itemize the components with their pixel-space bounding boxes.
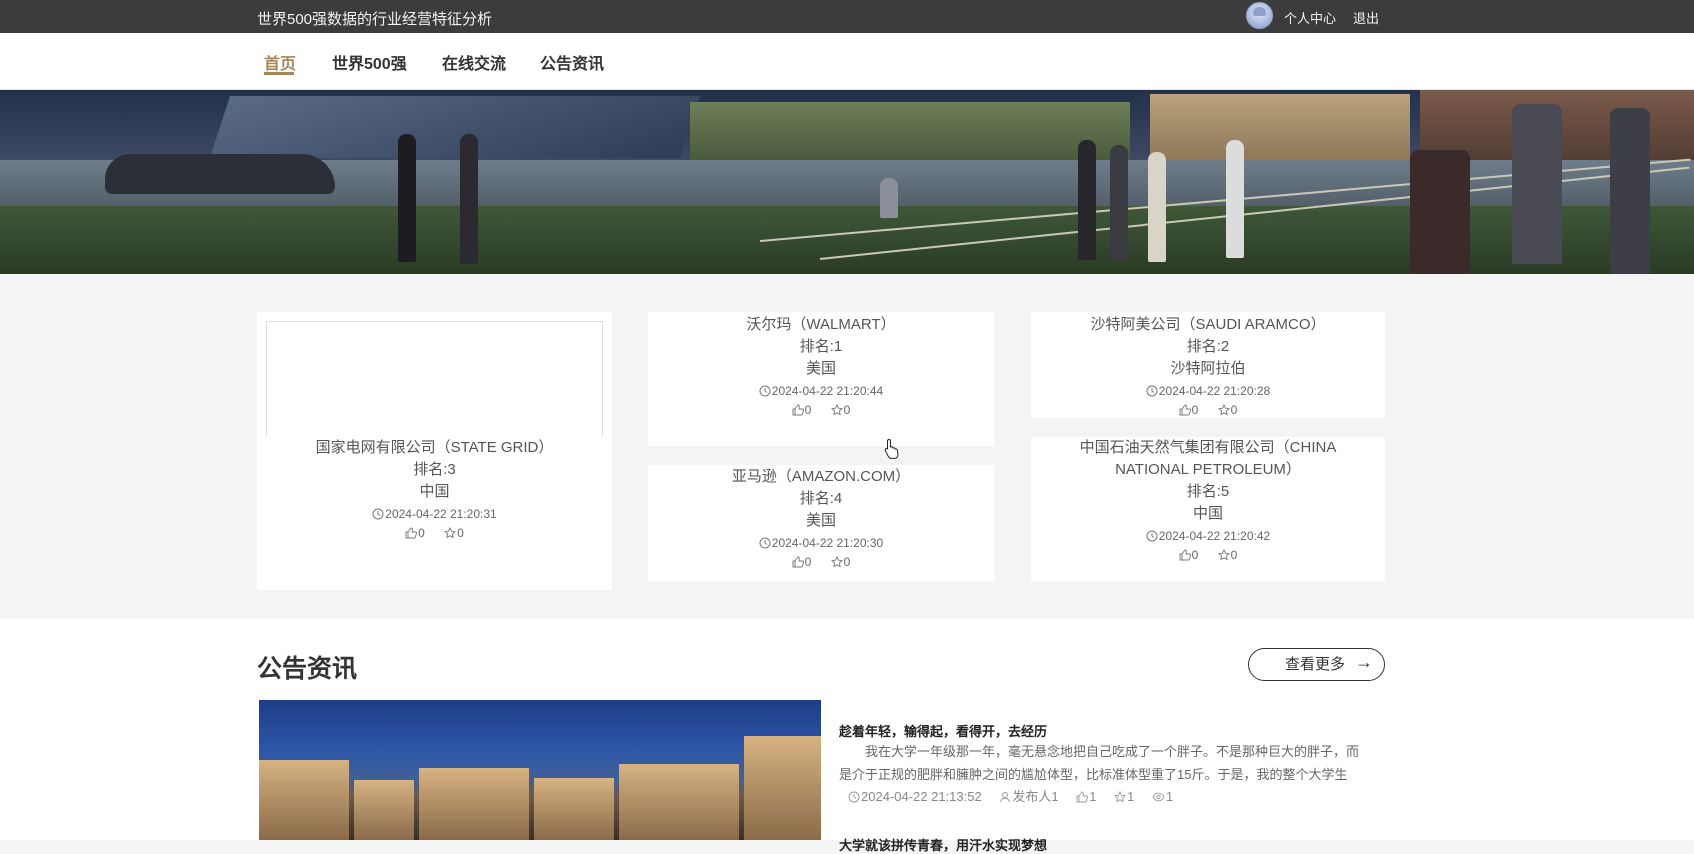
like-button[interactable]: 0 bbox=[792, 403, 811, 417]
company-name[interactable]: 国家电网有限公司（STATE GRID） bbox=[257, 437, 612, 459]
company-stats: 0 0 bbox=[648, 553, 994, 571]
company-name[interactable]: 沙特阿美公司（SAUDI ARAMCO） bbox=[1031, 314, 1385, 336]
company-country: 沙特阿拉伯 bbox=[1170, 360, 1246, 377]
news-views: 1 bbox=[1152, 789, 1173, 804]
company-card-1[interactable]: 沃尔玛（WALMART） 排名:1 美国 2024-04-22 21:20:44… bbox=[648, 312, 994, 446]
like-button[interactable]: 0 bbox=[792, 555, 811, 569]
news-title-2[interactable]: 大学就该拼传青春，用汗水实现梦想 bbox=[839, 835, 1047, 854]
company-stats: 0 0 bbox=[648, 401, 994, 419]
news-time: 2024-04-22 21:13:52 bbox=[848, 789, 982, 804]
eye-icon bbox=[1152, 792, 1165, 802]
company-country: 中国 bbox=[1192, 505, 1223, 522]
company-rank: 排名:3 bbox=[413, 461, 456, 478]
company-card-2[interactable]: 沙特阿美公司（SAUDI ARAMCO） 排名:2 沙特阿拉伯 2024-04-… bbox=[1031, 312, 1385, 418]
favorite-button[interactable]: 0 bbox=[1217, 548, 1237, 562]
company-name-line2[interactable]: NATIONAL PETROLEUM） bbox=[1031, 459, 1385, 481]
thumbs-up-icon bbox=[1179, 549, 1191, 561]
star-icon bbox=[830, 556, 843, 568]
company-name[interactable]: 亚马逊（AMAZON.COM） bbox=[648, 466, 994, 488]
company-rank: 排名:1 bbox=[799, 338, 843, 355]
company-rank: 排名:2 bbox=[1186, 338, 1230, 355]
company-name-line1[interactable]: 中国石油天然气集团有限公司（CHINA bbox=[1031, 437, 1385, 459]
company-time: 2024-04-22 21:20:42 bbox=[1031, 526, 1385, 546]
clock-icon bbox=[759, 385, 771, 397]
clock-icon bbox=[372, 508, 384, 520]
company-card-5[interactable]: 中国石油天然气集团有限公司（CHINA NATIONAL PETROLEUM） … bbox=[1031, 437, 1385, 581]
news-cover-image[interactable] bbox=[259, 700, 821, 840]
news-section-title: 公告资讯 bbox=[257, 655, 358, 683]
company-time: 2024-04-22 21:20:31 bbox=[257, 504, 612, 524]
nav-fortune500[interactable]: 世界500强 bbox=[332, 50, 407, 74]
company-name[interactable]: 沃尔玛（WALMART） bbox=[648, 314, 994, 336]
nav-active-indicator bbox=[264, 72, 294, 75]
favorite-button[interactable]: 0 bbox=[444, 526, 464, 540]
clock-icon bbox=[848, 791, 860, 803]
favorite-button[interactable]: 0 bbox=[830, 555, 850, 569]
like-button[interactable]: 0 bbox=[405, 526, 425, 540]
like-button[interactable]: 0 bbox=[1179, 403, 1198, 417]
star-icon bbox=[1114, 791, 1127, 803]
company-country: 美国 bbox=[805, 512, 836, 529]
company-card-4[interactable]: 亚马逊（AMAZON.COM） 排名:4 美国 2024-04-22 21:20… bbox=[648, 465, 994, 581]
company-image-placeholder[interactable] bbox=[266, 321, 603, 436]
clock-icon bbox=[1146, 385, 1158, 397]
news-excerpt: 我在大学一年级那一年，毫无悬念地把自己吃成了一个胖子。不是那种巨大的胖子，而是介… bbox=[839, 744, 1360, 782]
news-title[interactable]: 趁着年轻，输得起，看得开，去经历 bbox=[839, 721, 1047, 740]
star-icon bbox=[1217, 549, 1230, 561]
star-icon bbox=[830, 404, 843, 416]
star-icon bbox=[1217, 404, 1230, 416]
star-icon bbox=[444, 527, 457, 539]
thumbs-up-icon bbox=[792, 556, 804, 568]
clock-icon bbox=[1146, 530, 1158, 542]
favorite-button[interactable]: 0 bbox=[830, 403, 850, 417]
company-time: 2024-04-22 21:20:30 bbox=[648, 533, 994, 553]
company-stats: 0 0 bbox=[257, 524, 612, 542]
news-favorite-button[interactable]: 1 bbox=[1114, 789, 1134, 804]
company-country: 中国 bbox=[419, 483, 450, 500]
thumbs-up-icon bbox=[405, 527, 418, 539]
like-button[interactable]: 0 bbox=[1179, 548, 1198, 562]
news-author: 发布人1 bbox=[999, 789, 1059, 804]
company-rank: 排名:5 bbox=[1186, 483, 1230, 500]
company-stats: 0 0 bbox=[1031, 546, 1385, 564]
nav-forum[interactable]: 在线交流 bbox=[442, 50, 506, 74]
company-time: 2024-04-22 21:20:44 bbox=[648, 381, 994, 401]
nav-announcements[interactable]: 公告资讯 bbox=[540, 50, 604, 74]
company-rank: 排名:4 bbox=[799, 490, 843, 507]
top-bar bbox=[0, 0, 1694, 33]
user-center-link[interactable]: 个人中心 bbox=[1284, 8, 1336, 27]
avatar[interactable] bbox=[1246, 2, 1273, 29]
company-country: 美国 bbox=[805, 360, 836, 377]
thumbs-up-icon bbox=[1179, 404, 1191, 416]
thumbs-up-icon bbox=[792, 404, 804, 416]
hero-banner[interactable] bbox=[0, 90, 1694, 274]
thumbs-up-icon bbox=[1076, 791, 1089, 803]
news-like-button[interactable]: 1 bbox=[1076, 789, 1096, 804]
main-nav bbox=[0, 33, 1694, 90]
site-title: 世界500强数据的行业经营特征分析 bbox=[257, 11, 493, 28]
favorite-button[interactable]: 0 bbox=[1217, 403, 1237, 417]
nav-home[interactable]: 首页 bbox=[264, 50, 296, 74]
company-card-3-content: 国家电网有限公司（STATE GRID） 排名:3 中国 2024-04-22 … bbox=[257, 437, 612, 542]
user-icon bbox=[1000, 792, 1011, 803]
company-stats: 0 0 bbox=[1031, 401, 1385, 419]
company-time: 2024-04-22 21:20:28 bbox=[1031, 381, 1385, 401]
arrow-right-icon: → bbox=[1355, 652, 1373, 672]
clock-icon bbox=[759, 537, 771, 549]
logout-link[interactable]: 退出 bbox=[1353, 8, 1379, 27]
news-meta: 2024-04-22 21:13:52 发布人1 1 1 1 bbox=[848, 786, 1187, 805]
hand-cursor-icon bbox=[884, 438, 899, 459]
